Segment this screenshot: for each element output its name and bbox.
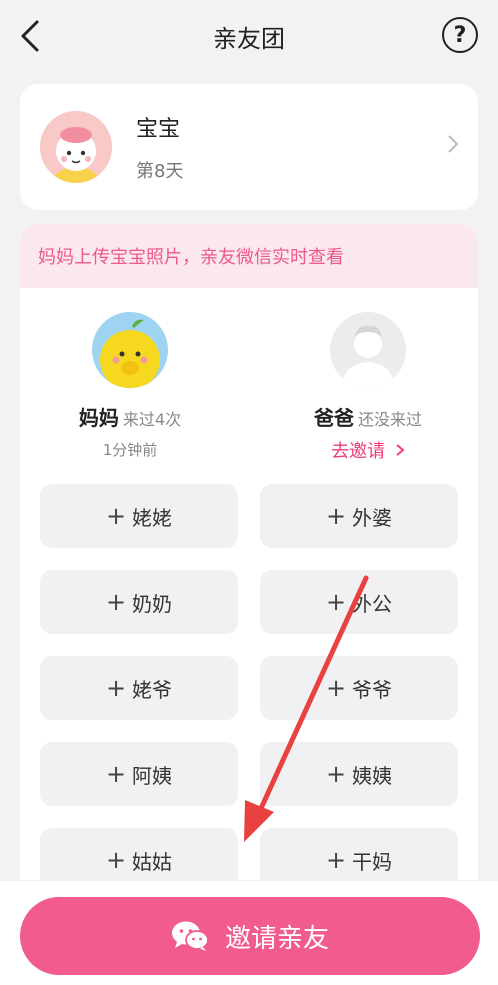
plus-icon: +: [105, 674, 127, 702]
member-status: 还没来过: [357, 410, 422, 429]
role-label: 姨姨: [352, 763, 393, 788]
banner-text: 妈妈上传宝宝照片，亲友微信实时查看: [38, 247, 344, 268]
role-label: 外公: [352, 591, 393, 616]
plus-icon: +: [105, 760, 127, 788]
invite-link-label: 去邀请: [331, 441, 386, 462]
back-button[interactable]: [16, 18, 44, 54]
baby-avatar: [40, 111, 112, 183]
invite-friends-button[interactable]: 邀请亲友: [20, 897, 480, 975]
add-role-button[interactable]: + 阿姨: [40, 742, 238, 806]
role-label: 姥姥: [132, 505, 173, 530]
chevron-right-icon: [446, 133, 460, 161]
bottom-action-bar: 邀请亲友: [0, 880, 498, 985]
info-banner: 妈妈上传宝宝照片，亲友微信实时查看: [20, 224, 478, 288]
add-role-button[interactable]: + 外婆: [260, 484, 458, 548]
invite-dad-link[interactable]: 去邀请: [268, 437, 468, 463]
plus-icon: +: [105, 588, 127, 616]
add-role-button[interactable]: + 姥爷: [40, 656, 238, 720]
page-title: 亲友团: [213, 24, 285, 53]
member-dad[interactable]: 爸爸 还没来过 去邀请: [268, 312, 468, 463]
role-label: 奶奶: [132, 591, 173, 616]
add-role-button[interactable]: + 姥姥: [40, 484, 238, 548]
role-label: 阿姨: [132, 763, 173, 788]
back-arrow-icon: [21, 20, 39, 52]
wechat-icon: [171, 921, 209, 951]
member-name: 爸爸: [313, 406, 354, 430]
add-role-button[interactable]: + 爷爷: [260, 656, 458, 720]
role-label: 外婆: [352, 505, 393, 530]
mom-avatar: [92, 312, 168, 388]
member-last-visit: 1分钟前: [102, 441, 158, 459]
member-name: 妈妈: [78, 406, 119, 430]
plus-icon: +: [105, 502, 127, 530]
plus-icon: +: [325, 588, 347, 616]
baby-name: 宝宝: [136, 117, 181, 142]
role-label: 姑姑: [132, 849, 173, 874]
plus-icon: +: [105, 846, 127, 874]
role-label: 爷爷: [352, 677, 393, 702]
top-bar: 亲友团 ?: [0, 0, 498, 72]
chevron-right-icon: [396, 444, 405, 456]
help-button[interactable]: ?: [442, 17, 478, 53]
role-label: 干妈: [352, 849, 393, 874]
family-group-card: 妈妈上传宝宝照片，亲友微信实时查看 妈妈 来过4次 1分钟前 爸爸 还没来过 去…: [20, 224, 478, 984]
add-role-button[interactable]: + 姨姨: [260, 742, 458, 806]
member-mom[interactable]: 妈妈 来过4次 1分钟前: [30, 312, 230, 460]
baby-profile-card[interactable]: 宝宝 第8天: [20, 84, 478, 210]
plus-icon: +: [325, 846, 347, 874]
add-role-button[interactable]: + 外公: [260, 570, 458, 634]
dad-avatar-placeholder: [330, 312, 406, 388]
plus-icon: +: [325, 502, 347, 530]
role-label: 姥爷: [132, 677, 173, 702]
question-mark-icon: ?: [453, 22, 467, 48]
plus-icon: +: [325, 760, 347, 788]
plus-icon: +: [325, 674, 347, 702]
member-status: 来过4次: [122, 410, 182, 429]
baby-age: 第8天: [136, 161, 184, 182]
add-role-button[interactable]: + 奶奶: [40, 570, 238, 634]
invite-button-label: 邀请亲友: [224, 923, 329, 954]
